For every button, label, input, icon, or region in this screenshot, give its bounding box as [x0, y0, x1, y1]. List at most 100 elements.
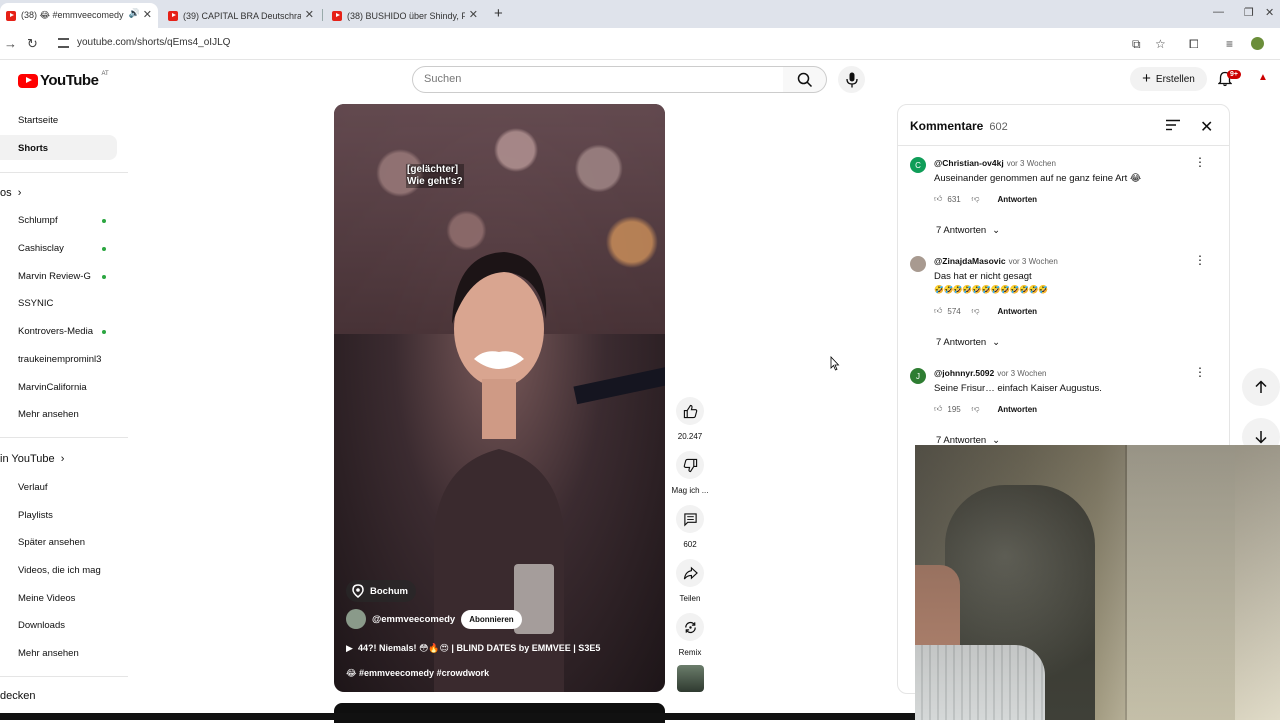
media-control-icon[interactable]: ≡ — [1226, 37, 1233, 51]
comments-button[interactable] — [676, 505, 704, 533]
remix-label: Remix — [678, 648, 702, 657]
location-chip[interactable]: Bochum — [346, 580, 416, 602]
like-button[interactable] — [676, 397, 704, 425]
search-input[interactable] — [424, 73, 764, 85]
comment-like-icon[interactable]: 👍︎ — [934, 306, 942, 316]
tab-close-icon[interactable]: ✕ — [305, 8, 314, 21]
sidebar-show-more[interactable]: Mehr ansehen — [18, 648, 79, 659]
search-button[interactable] — [783, 66, 827, 93]
comment-dislike-icon[interactable]: 👎︎ — [971, 194, 979, 204]
reply-button[interactable]: Antworten — [998, 307, 1038, 316]
close-comments-icon[interactable]: ✕ — [1200, 117, 1213, 137]
extensions-icon[interactable]: ⧠ — [1189, 37, 1199, 52]
url-field[interactable]: youtube.com/shorts/qEms4_oIJLQ — [48, 32, 1128, 56]
sidebar-item-downloads[interactable]: Downloads — [18, 620, 65, 631]
reply-button[interactable]: Antworten — [998, 195, 1038, 204]
speaker-icon[interactable]: 🔊 — [129, 8, 140, 19]
channel-name[interactable]: @emmveecomedy — [372, 614, 455, 625]
reply-button[interactable]: Antworten — [998, 405, 1038, 414]
restore-icon[interactable]: ❐ — [1244, 6, 1254, 19]
view-replies-button[interactable]: 7 Antworten ⌄ — [936, 225, 1000, 236]
sidebar-show-more-subs[interactable]: Mehr ansehen — [18, 409, 79, 420]
sidebar-item-my-videos[interactable]: Meine Videos — [18, 593, 75, 604]
sidebar-sub-ssynic[interactable]: SSYNIC — [18, 298, 53, 309]
commenter-avatar[interactable]: C — [910, 157, 926, 173]
comment-more-icon[interactable]: ⋮ — [1194, 155, 1206, 169]
dislike-button[interactable] — [676, 451, 704, 479]
arrow-down-icon — [1255, 431, 1267, 444]
video-title[interactable]: ▶ 44?! Niemals! 😳🔥😍 | BLIND DATES by EMM… — [346, 643, 600, 654]
minimize-icon[interactable]: — — [1213, 6, 1224, 18]
comment-dislike-icon[interactable]: 👎︎ — [971, 404, 979, 414]
comment-emoji-line: 🤣🤣🤣🤣🤣🤣🤣🤣🤣🤣🤣🤣 — [934, 285, 1048, 294]
sidebar-item-history[interactable]: Verlauf — [18, 482, 48, 493]
browser-profile-avatar[interactable] — [1251, 37, 1264, 50]
browser-tab-1[interactable]: (38) 😂 #emmveecomedy 🔊 ✕ — [0, 3, 158, 28]
sidebar-item-watch-later[interactable]: Später ansehen — [18, 537, 85, 548]
sidebar-you-heading[interactable]: in YouTube › — [0, 453, 64, 465]
comments-heading: Kommentare 602 — [910, 119, 1008, 133]
sidebar-sub-cashisclay[interactable]: Cashisclay — [18, 243, 64, 254]
view-replies-button[interactable]: 7 Antworten ⌄ — [936, 337, 1000, 348]
share-button[interactable] — [676, 559, 704, 587]
comment-like-icon[interactable]: 👍︎ — [934, 404, 942, 414]
forward-icon[interactable]: → — [4, 36, 17, 51]
caption-line: Wie geht's? — [407, 176, 463, 187]
sidebar-subscriptions-heading[interactable]: os › — [0, 187, 21, 199]
chevron-down-icon: ⌄ — [992, 337, 1001, 348]
comment-username: @ZinajdaMasovic — [934, 256, 1006, 266]
site-settings-icon[interactable] — [58, 38, 69, 48]
sort-icon[interactable] — [1165, 119, 1181, 131]
comment-like-icon[interactable]: 👍︎ — [934, 194, 942, 204]
tab-close-icon[interactable]: ✕ — [143, 8, 152, 21]
comment-like-count: 195 — [947, 404, 961, 414]
microphone-icon — [845, 72, 858, 87]
sidebar-sub-schlumpf[interactable]: Schlumpf — [18, 215, 58, 226]
subscribe-button[interactable]: Abonnieren — [461, 609, 522, 629]
comment-author[interactable]: @ZinajdaMasovic vor 3 Wochen — [934, 256, 1058, 266]
window-close-icon[interactable]: ✕ — [1265, 6, 1274, 19]
caption-line: [gelächter] — [407, 164, 459, 175]
sidebar-sub-marvin-review[interactable]: Marvin Review-G — [18, 271, 91, 282]
tab-title: (38) 😂 #emmveecomedy — [21, 10, 124, 20]
previous-short-button[interactable] — [1242, 368, 1280, 406]
sound-thumbnail[interactable] — [677, 665, 704, 692]
tab-close-icon[interactable]: ✕ — [469, 8, 478, 21]
new-content-dot — [102, 219, 106, 223]
sidebar-item-shorts[interactable]: Shorts — [18, 143, 48, 154]
comment-more-icon[interactable]: ⋮ — [1194, 365, 1206, 379]
short-video-player[interactable]: [gelächter] Wie geht's? Bochum @emmveeco… — [334, 104, 665, 692]
video-hashtags[interactable]: 😂 #emmveecomedy #crowdwork — [346, 668, 489, 679]
account-avatar[interactable]: ▲ — [1258, 72, 1268, 83]
comments-count: 602 — [989, 121, 1008, 133]
sidebar-item-home[interactable]: Startseite — [18, 115, 58, 126]
youtube-logo[interactable]: YouTube AT — [18, 71, 109, 89]
bottom-dark-strip — [0, 713, 915, 720]
comment-text: Das hat er nicht gesagt — [934, 271, 1032, 282]
install-app-icon[interactable]: ⧉ — [1132, 37, 1141, 52]
youtube-favicon-icon — [6, 10, 16, 21]
comment-username: @johnnyr.5092 — [934, 368, 995, 378]
browser-tab-3[interactable]: (38) BUSHIDO über Shindy, Fle ✕ — [326, 3, 484, 28]
reload-icon[interactable]: ↻ — [27, 36, 38, 52]
sidebar-item-playlists[interactable]: Playlists — [18, 510, 53, 521]
comment-author[interactable]: @johnnyr.5092 vor 3 Wochen — [934, 368, 1046, 378]
channel-avatar[interactable] — [346, 609, 366, 629]
sidebar-sub-marvincalifornia[interactable]: MarvinCalifornia — [18, 382, 87, 393]
create-button[interactable]: + Erstellen — [1130, 67, 1207, 91]
comment-author[interactable]: @Christian-ov4kj vor 3 Wochen — [934, 158, 1056, 168]
commenter-avatar[interactable] — [910, 256, 926, 272]
sidebar-sub-kontrovers[interactable]: Kontrovers-Media — [18, 326, 93, 337]
sidebar-sub-traukeinemprominl[interactable]: traukeinemprominl3 — [18, 354, 101, 365]
tab-separator — [322, 9, 323, 21]
comment-dislike-icon[interactable]: 👎︎ — [971, 306, 979, 316]
comment-more-icon[interactable]: ⋮ — [1194, 253, 1206, 267]
browser-tab-2[interactable]: (39) CAPITAL BRA Deutschrap N ✕ — [162, 3, 320, 28]
bookmark-star-icon[interactable]: ☆ — [1155, 37, 1166, 51]
commenter-avatar[interactable]: J — [910, 368, 926, 384]
remix-button[interactable] — [676, 613, 704, 641]
voice-search-button[interactable] — [838, 66, 865, 93]
sidebar-item-liked-videos[interactable]: Videos, die ich mag — [18, 565, 101, 576]
new-tab-icon[interactable]: + — [494, 5, 503, 22]
sidebar-divider — [0, 437, 128, 438]
